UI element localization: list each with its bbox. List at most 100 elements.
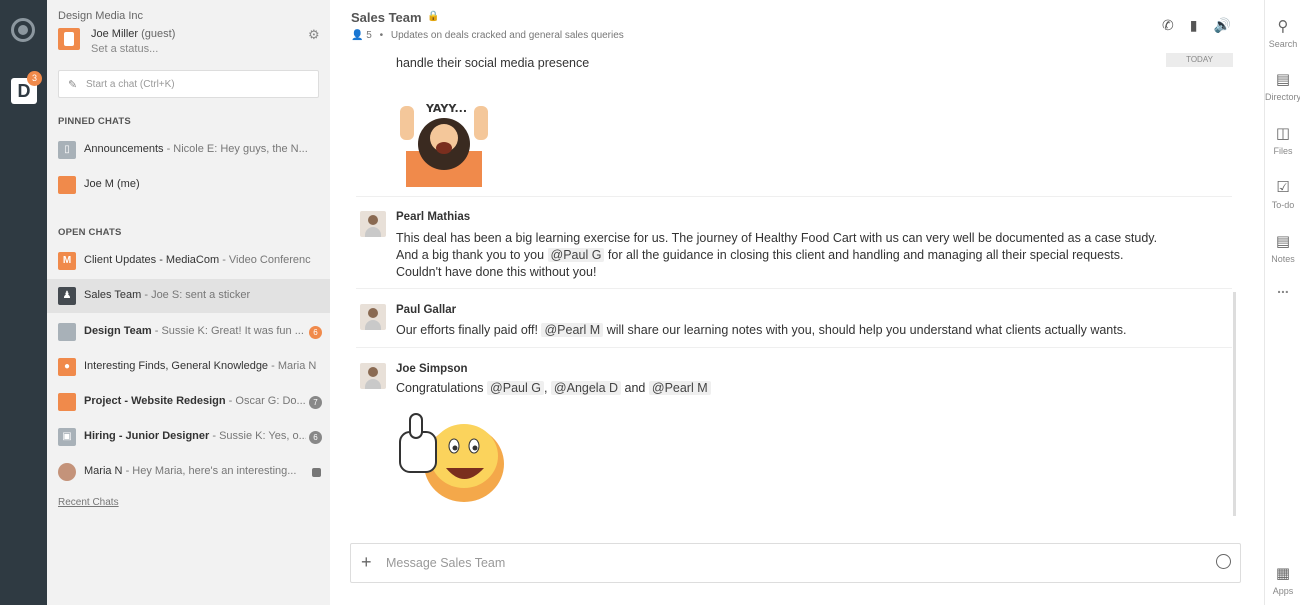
pinned-chats-heading: PINNED CHATS <box>58 116 131 127</box>
chat-item-hiring[interactable]: ▣ Hiring - Junior Designer - Sussie K: Y… <box>47 420 330 454</box>
message-text: Congratulations @Paul G, @Angela D and @… <box>396 381 711 395</box>
avatar[interactable] <box>360 363 386 389</box>
sticker-caption: YAYY... <box>425 102 467 115</box>
channel-avatar <box>58 393 76 411</box>
user-name[interactable]: Joe Miller (guest) <box>91 28 175 40</box>
user-avatar[interactable] <box>58 28 80 50</box>
chat-item-label: Hiring - Junior Designer <box>84 430 210 442</box>
more-options-icon[interactable]: ... <box>1265 280 1300 296</box>
message-fragment: And a big thank you to you <box>396 248 545 262</box>
user-role: (guest) <box>141 28 176 40</box>
video-call-icon[interactable]: ▮ <box>1190 17 1198 34</box>
lightbulb-icon: ● <box>58 358 76 376</box>
chat-item-sales-team[interactable]: ♟ Sales Team - Joe S: sent a sticker <box>47 279 330 313</box>
mention-chip[interactable]: @Angela D <box>550 381 622 395</box>
contact-avatar <box>58 176 76 194</box>
rail-search[interactable]: ⚲ Search <box>1265 17 1300 49</box>
recent-chats-link[interactable]: Recent Chats <box>58 497 119 508</box>
lock-icon: 🔒 <box>427 11 440 22</box>
channel-meta: 👤 5 • Updates on deals cracked and gener… <box>351 30 624 41</box>
app-logo-icon[interactable] <box>11 18 35 42</box>
workspace-badge: 3 <box>27 71 42 86</box>
chat-item-announcements[interactable]: ▯ Announcements - Nicole E: Hey guys, th… <box>47 133 330 167</box>
rail-notes[interactable]: ▤ Notes <box>1265 232 1300 264</box>
chat-item-preview: - Sussie K: Great! It was fun ... <box>154 325 304 337</box>
right-rail: ⚲ Search ▤ Directory ◫ Files ☑ To-do ▤ Notes … <box>1264 0 1300 605</box>
chat-item-website-redesign[interactable]: Project - Website Redesign - Oscar G: Do… <box>47 385 330 419</box>
workspace-rail: D 3 <box>0 0 47 605</box>
chat-item-preview: - Nicole E: Hey guys, the N... <box>166 143 308 155</box>
rail-label: To-do <box>1271 200 1295 210</box>
rail-files[interactable]: ◫ Files <box>1265 124 1300 156</box>
rail-todo[interactable]: ☑ To-do <box>1265 178 1300 210</box>
rail-label: Search <box>1268 39 1298 49</box>
start-chat-placeholder: Start a chat (Ctrl+K) <box>86 79 175 90</box>
unread-count-badge: 7 <box>309 396 322 409</box>
message-text: And a big thank you to you @Paul G for a… <box>396 248 1124 262</box>
briefcase-icon: ▣ <box>58 428 76 446</box>
mention-chip[interactable]: @Pearl M <box>648 381 711 395</box>
member-count[interactable]: 5 <box>366 30 372 41</box>
chat-item-label: Project - Website Redesign <box>84 395 226 407</box>
message-composer[interactable]: + Message Sales Team <box>350 543 1241 583</box>
message-author[interactable]: Pearl Mathias <box>396 211 470 223</box>
message-text: Couldn't have done this without you! <box>396 265 597 279</box>
chat-item-label: Client Updates - MediaCom <box>84 254 220 266</box>
channel-avatar <box>58 323 76 341</box>
members-icon[interactable]: 👤 <box>351 30 363 41</box>
chat-sidebar: Design Media Inc Joe Miller (guest) Set … <box>47 0 330 605</box>
avatar[interactable] <box>360 304 386 330</box>
header-actions: ✆ ▮ 🔊 <box>1162 17 1231 34</box>
mention-chip[interactable]: @Paul G <box>487 381 544 395</box>
chat-item-preview: - Maria N <box>271 360 317 372</box>
chat-item-joe-m[interactable]: Joe M (me) <box>47 168 330 202</box>
read-receipt-icon <box>312 468 321 477</box>
notes-icon: ▤ <box>1275 233 1291 250</box>
rail-directory[interactable]: ▤ Directory <box>1265 70 1300 102</box>
apps-grid-icon: ▦ <box>1275 565 1291 582</box>
message-divider <box>356 196 1232 197</box>
channel-avatar: ♟ <box>58 287 76 305</box>
attach-plus-icon[interactable]: + <box>361 552 372 573</box>
message-author[interactable]: Joe Simpson <box>396 363 468 375</box>
rail-label: Directory <box>1265 92 1300 102</box>
channel-description: Updates on deals cracked and general sal… <box>390 30 624 41</box>
meta-separator: • <box>379 30 384 41</box>
chat-main: Sales Team 🔒 👤 5 • Updates on deals crac… <box>330 0 1264 605</box>
message-text: This deal has been a big learning exerci… <box>396 231 1158 245</box>
date-divider: TODAY <box>1166 53 1233 67</box>
message-fragment: for all the guidance in closing this cli… <box>607 248 1124 262</box>
chat-item-maria-n[interactable]: Maria N - Hey Maria, here's an interesti… <box>47 455 330 489</box>
phone-call-icon[interactable]: ✆ <box>1162 17 1174 34</box>
message-author[interactable]: Paul Gallar <box>396 304 456 316</box>
rail-label: Apps <box>1272 586 1294 596</box>
status-input[interactable]: Set a status... <box>91 43 158 55</box>
settings-gear-icon[interactable]: ⚙ <box>308 27 320 43</box>
scrollbar[interactable] <box>1233 292 1236 516</box>
message-fragment: Our efforts finally paid off! <box>396 323 538 337</box>
mention-chip[interactable]: @Pearl M <box>541 323 604 337</box>
chat-item-label: Interesting Finds, General Knowledge <box>84 360 269 372</box>
chat-item-client-updates[interactable]: M Client Updates - MediaCom - Video Conf… <box>47 244 330 278</box>
emoji-icon[interactable] <box>1216 554 1231 569</box>
chat-item-preview: - Joe S: sent a sticker <box>144 289 251 301</box>
chat-item-preview: - Hey Maria, here's an interesting... <box>125 465 297 477</box>
mention-chip[interactable]: @Paul G <box>547 248 605 262</box>
rail-label: Notes <box>1271 254 1295 264</box>
message-text: Our efforts finally paid off! @Pearl M w… <box>396 323 1126 337</box>
chat-item-preview: - Video Conferenc <box>222 254 311 266</box>
directory-icon: ▤ <box>1275 71 1291 88</box>
chat-item-interesting-finds[interactable]: ● Interesting Finds, General Knowledge -… <box>47 350 330 384</box>
chat-item-label: Design Team <box>84 325 152 337</box>
speaker-icon[interactable]: 🔊 <box>1213 17 1230 34</box>
rail-apps[interactable]: ▦ Apps <box>1265 564 1300 596</box>
checkbox-icon: ☑ <box>1276 179 1290 196</box>
unread-count-badge: 6 <box>309 431 322 444</box>
chat-item-label: Joe M (me) <box>84 178 140 190</box>
start-chat-input[interactable]: ✎ Start a chat (Ctrl+K) <box>58 70 319 98</box>
rail-label: Files <box>1273 146 1293 156</box>
message-divider <box>356 347 1232 348</box>
avatar[interactable] <box>360 211 386 237</box>
chat-item-design-team[interactable]: Design Team - Sussie K: Great! It was fu… <box>47 315 330 349</box>
chat-item-label: Announcements <box>84 143 164 155</box>
